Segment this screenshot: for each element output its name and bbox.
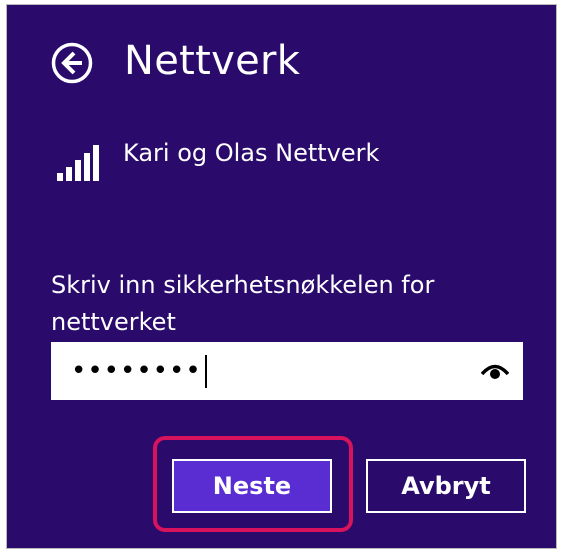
page-title: Nettverk: [124, 38, 301, 84]
back-arrow-circle-icon: [51, 42, 93, 84]
signal-strength-icon: [57, 145, 99, 181]
security-key-field: [51, 342, 523, 400]
security-key-input[interactable]: [51, 342, 471, 400]
network-name: Kari og Olas Nettverk: [123, 139, 380, 167]
back-button[interactable]: [51, 42, 93, 84]
security-key-prompt: Skriv inn sikkerhetsnøkkelen for nettver…: [51, 271, 435, 336]
wifi-connect-panel: Nettverk Kari og Olas Nettverk Skriv inn…: [6, 4, 557, 549]
network-item: Kari og Olas Nettverk: [57, 139, 537, 181]
next-button[interactable]: Neste: [172, 459, 332, 513]
eye-icon[interactable]: [481, 361, 509, 381]
text-caret: [205, 355, 207, 388]
cancel-button[interactable]: Avbryt: [366, 459, 526, 513]
